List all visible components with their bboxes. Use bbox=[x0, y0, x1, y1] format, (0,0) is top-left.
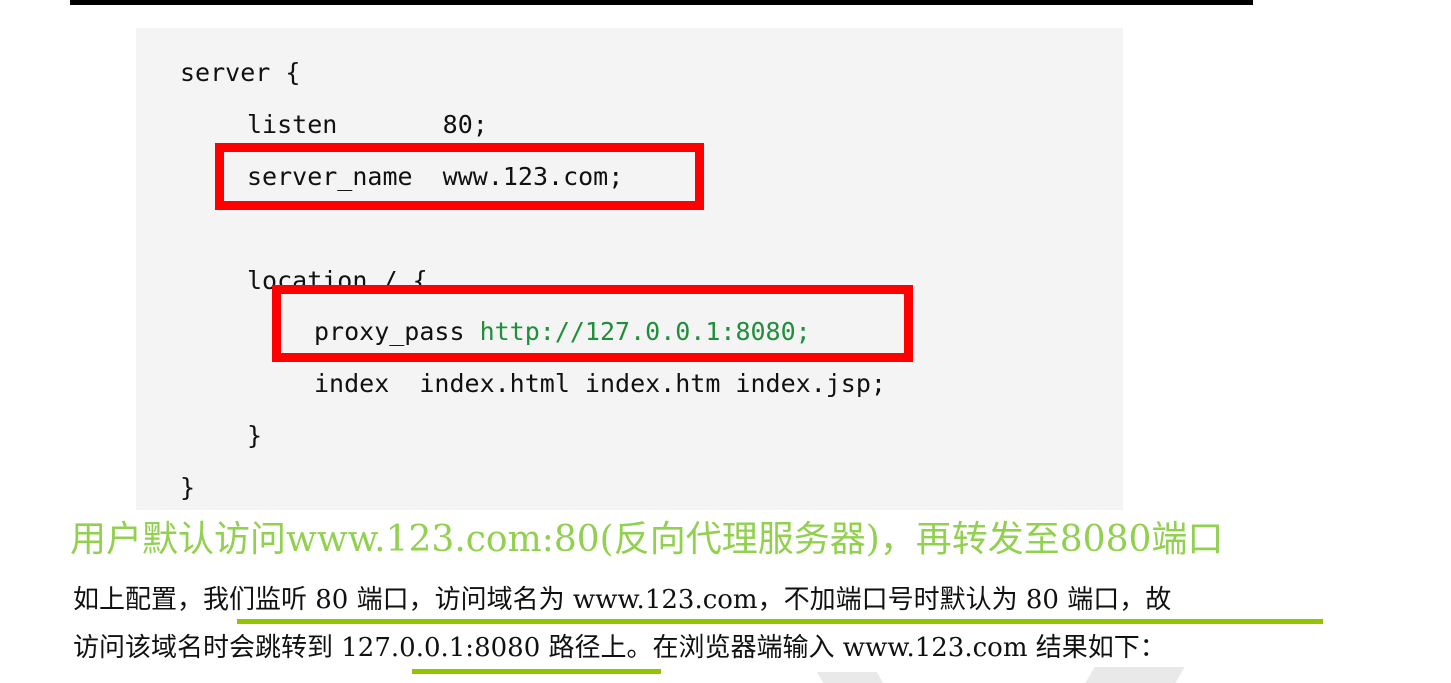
code-line-index: index index.html index.htm index.jsp; bbox=[314, 369, 886, 398]
top-rule bbox=[70, 0, 1253, 5]
paragraph-line-2: 访问该域名时会跳转到 127.0.0.1:8080 路径上。在浏览器端输入 ww… bbox=[73, 633, 1166, 663]
code-line-server: server { bbox=[180, 58, 301, 87]
highlight-box-server-name bbox=[215, 143, 704, 210]
watermark-mark bbox=[1085, 667, 1185, 683]
code-line-close-location: } bbox=[247, 421, 263, 450]
underline-line-1 bbox=[237, 619, 1323, 624]
watermark-mark bbox=[816, 672, 884, 683]
paragraph-line-1: 如上配置，我们监听 80 端口，访问域名为 www.123.com，不加端口号时… bbox=[73, 585, 1172, 615]
headline: 用户默认访问www.123.com:80(反向代理服务器)，再转发至8080端口 bbox=[70, 519, 1224, 560]
highlight-box-proxy-pass bbox=[272, 285, 913, 362]
code-line-close-server: } bbox=[180, 473, 196, 502]
code-line-listen: listen 80; bbox=[247, 110, 488, 139]
underline-line-2 bbox=[412, 669, 661, 674]
